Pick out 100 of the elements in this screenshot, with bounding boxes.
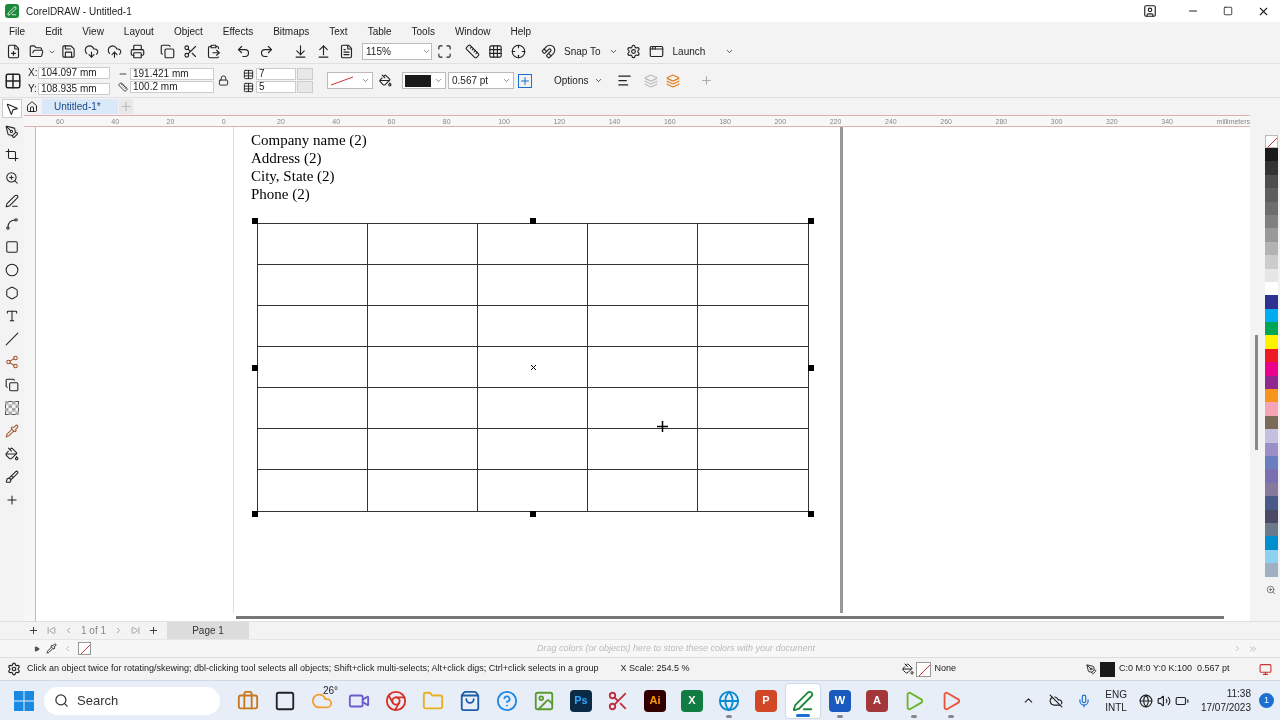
table[interactable] — [257, 223, 809, 512]
menu-item[interactable]: Tools — [404, 23, 442, 39]
search-field[interactable]: Search — [44, 686, 220, 715]
selection-handle[interactable] — [530, 511, 536, 517]
clock-date[interactable]: 17/07/2023 — [1200, 700, 1251, 715]
options-dropdown[interactable]: Options — [552, 70, 606, 91]
scale-readout: X Scale: 254.5 % — [620, 662, 690, 676]
color-swatch[interactable] — [1264, 295, 1278, 309]
height-field[interactable]: 100.2 mm — [130, 81, 214, 93]
maximize-icon[interactable] — [1223, 6, 1233, 16]
table-plus-icon[interactable] — [518, 73, 532, 88]
color-swatch — [405, 74, 431, 87]
add-page-icon[interactable] — [148, 625, 160, 636]
color-swatch[interactable] — [1264, 228, 1278, 242]
rows-field[interactable]: 7 — [256, 68, 296, 80]
horizontal-scrollbar[interactable] — [236, 615, 1224, 619]
selection-handle[interactable] — [252, 511, 258, 517]
cloud-icon[interactable] — [1049, 693, 1064, 708]
color-swatch[interactable] — [1264, 389, 1278, 403]
color-swatch[interactable] — [1264, 322, 1278, 336]
menu-item[interactable]: Object — [166, 23, 210, 39]
page-text: Company name (2) — [251, 131, 367, 149]
caret-icon — [608, 47, 618, 56]
color-swatch[interactable] — [1264, 255, 1278, 269]
home-icon[interactable] — [26, 100, 38, 113]
expand-icon[interactable] — [34, 645, 40, 652]
browser-icon — [385, 689, 407, 712]
color-swatch[interactable] — [1264, 402, 1278, 416]
microphone-icon[interactable] — [1077, 693, 1092, 708]
snap-to-dropdown[interactable]: Snap To — [560, 41, 622, 62]
clock-time[interactable]: 11:38 — [1226, 686, 1251, 701]
text-wrap-icon[interactable] — [617, 73, 633, 88]
menu-item[interactable]: View — [75, 23, 111, 39]
add-page-icon[interactable] — [28, 625, 39, 636]
selection-handle[interactable] — [808, 365, 814, 371]
menu-item[interactable]: Layout — [116, 23, 161, 39]
launch-dropdown[interactable]: Launch — [668, 41, 739, 62]
pen-app-icon — [792, 689, 814, 712]
outline-width-combo[interactable]: 0.567 pt — [448, 72, 514, 89]
pen-icon — [1086, 663, 1098, 675]
color-swatch[interactable] — [1264, 563, 1278, 577]
menu-item[interactable]: Table — [360, 23, 399, 39]
selection-handle[interactable] — [530, 218, 536, 224]
fill-color-dropdown[interactable] — [402, 72, 446, 89]
color-swatch[interactable] — [1264, 188, 1278, 202]
columns-field[interactable]: 5 — [256, 81, 296, 93]
color-swatch[interactable] — [1264, 335, 1278, 349]
fill-icon — [901, 663, 914, 675]
notification-badge[interactable]: 1 — [1259, 693, 1274, 708]
window-title: CorelDRAW - Untitled-1 — [26, 4, 132, 19]
line-style-dropdown[interactable] — [327, 72, 373, 89]
color-swatch[interactable] — [1264, 429, 1278, 443]
color-swatch[interactable] — [1264, 161, 1278, 175]
menu-item[interactable]: File — [2, 23, 33, 39]
menu-item[interactable]: Edit — [38, 23, 70, 39]
color-swatch[interactable] — [1264, 362, 1278, 376]
cursor-icon — [657, 421, 668, 432]
page-tab[interactable]: Page 1 — [167, 621, 250, 640]
language-indicator[interactable]: ENG — [1105, 687, 1127, 701]
settings-icon[interactable] — [7, 662, 21, 676]
menu-item[interactable]: Window — [447, 23, 498, 39]
lock-icon[interactable] — [218, 75, 229, 86]
x-field[interactable]: 104.097 mm — [38, 66, 110, 79]
start-icon[interactable] — [14, 690, 34, 711]
menu-item[interactable]: Text — [322, 23, 355, 39]
eyedropper-icon[interactable] — [46, 643, 57, 654]
center-mark-icon — [531, 365, 536, 370]
menu-item[interactable]: Effects — [215, 23, 261, 39]
layers-icon[interactable] — [666, 73, 681, 88]
menu-item[interactable]: Bitmaps — [266, 23, 317, 39]
zoom-combo[interactable]: 115% — [362, 43, 432, 60]
object-position-icon[interactable] — [4, 71, 22, 90]
monitor-icon[interactable] — [1259, 662, 1272, 676]
outline-readout: C:0 M:0 Y:0 K:100 0.567 pt — [1119, 662, 1230, 676]
checker-icon[interactable] — [2, 398, 22, 417]
vertical-scrollbar[interactable] — [1254, 335, 1258, 450]
selection-handle[interactable] — [808, 511, 814, 517]
caret-icon — [361, 76, 370, 85]
color-swatch[interactable] — [1264, 148, 1278, 162]
bucket-icon[interactable] — [379, 74, 392, 87]
selection-handle[interactable] — [808, 218, 814, 224]
width-field[interactable]: 191.421 mm — [130, 68, 214, 80]
pointer-icon[interactable] — [2, 99, 22, 118]
color-swatch[interactable] — [1264, 469, 1278, 483]
volume-icon[interactable] — [1156, 693, 1171, 708]
y-field[interactable]: 108.935 mm — [38, 82, 110, 95]
keyboard-layout[interactable]: INTL — [1105, 700, 1127, 714]
no-color-swatch[interactable] — [78, 642, 91, 655]
account-icon[interactable] — [1143, 4, 1157, 18]
network-icon[interactable] — [1138, 693, 1153, 708]
no-color-swatch[interactable] — [1264, 135, 1278, 148]
caret-icon — [502, 76, 511, 85]
menu-item[interactable]: Help — [503, 23, 539, 39]
color-swatch[interactable] — [1264, 536, 1278, 550]
scissors-icon — [607, 689, 629, 712]
color-swatch[interactable] — [1264, 496, 1278, 510]
selection-handle[interactable] — [252, 218, 258, 224]
x-label: X: — [28, 66, 38, 80]
selection-handle[interactable] — [252, 365, 258, 371]
document-tab[interactable]: Untitled-1* — [42, 99, 118, 114]
